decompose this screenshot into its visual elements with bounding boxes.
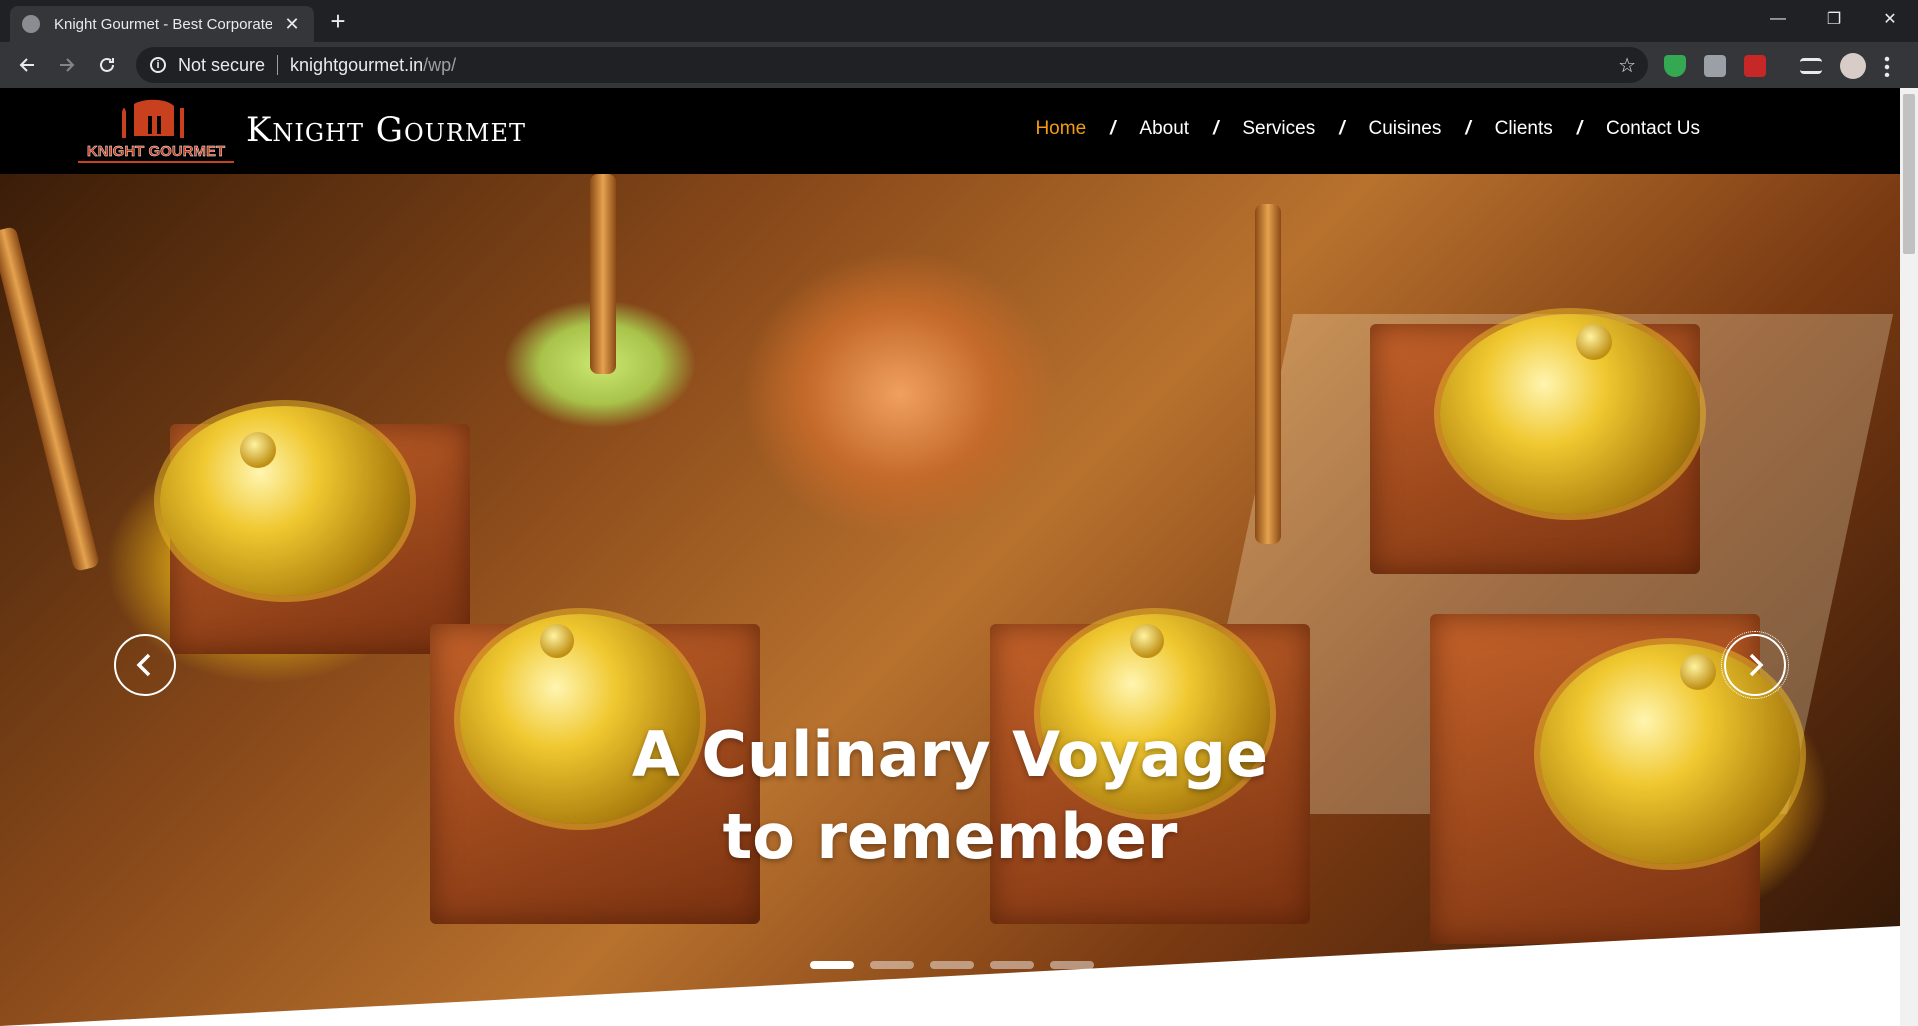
avatar[interactable] <box>1840 53 1866 79</box>
hero-image-knob <box>1130 624 1164 658</box>
browser-titlebar: Knight Gourmet - Best Corporate ✕ + — ❐ … <box>0 0 1918 42</box>
hero-image-knob <box>240 432 276 468</box>
hero-image-candlestick <box>590 174 616 374</box>
nav-separator: / <box>1213 118 1219 139</box>
hero-image-pot <box>1440 314 1700 514</box>
nav-clients[interactable]: Clients <box>1491 118 1557 140</box>
minimize-button[interactable]: — <box>1750 0 1806 38</box>
maximize-button[interactable]: ❐ <box>1806 0 1862 38</box>
page-scrollbar[interactable] <box>1900 88 1918 1026</box>
menu-kebab-icon[interactable] <box>1884 55 1890 77</box>
close-window-button[interactable]: ✕ <box>1862 0 1918 38</box>
globe-icon <box>22 15 40 33</box>
site-header: KNIGHT GOURMET Knight Gourmet Home / Abo… <box>0 88 1900 174</box>
new-tab-button[interactable]: + <box>324 8 352 36</box>
tab-close-button[interactable]: ✕ <box>282 14 302 34</box>
nav-separator: / <box>1339 118 1345 139</box>
chevron-right-icon <box>1749 653 1764 677</box>
url-host: knightgourmet.in <box>290 54 424 75</box>
svg-text:KNIGHT GOURMET: KNIGHT GOURMET <box>87 143 225 160</box>
address-bar[interactable]: i Not secure knightgourmet.in/wp/ ☆ <box>136 47 1648 83</box>
slider-dot-2[interactable] <box>870 961 914 969</box>
tab-title: Knight Gourmet - Best Corporate <box>54 15 272 33</box>
hero-slider: A Culinary Voyage to remember <box>0 174 1900 1026</box>
hero-caption-line1: A Culinary Voyage <box>631 718 1269 791</box>
hero-caption: A Culinary Voyage to remember <box>0 714 1900 878</box>
nav-contact-us[interactable]: Contact Us <box>1602 118 1704 140</box>
copy-extension-icon[interactable] <box>1704 55 1726 77</box>
info-icon[interactable]: i <box>150 57 166 73</box>
nav-home[interactable]: Home <box>1031 118 1090 140</box>
chevron-left-icon <box>136 653 151 677</box>
reload-icon <box>100 57 114 72</box>
nav-separator: / <box>1576 118 1583 139</box>
forward-button[interactable] <box>53 51 81 79</box>
scrollbar-thumb[interactable] <box>1903 94 1915 254</box>
shield-extension-icon[interactable] <box>1664 55 1686 77</box>
browser-tab[interactable]: Knight Gourmet - Best Corporate ✕ <box>10 6 314 42</box>
hero-image-pot <box>160 406 410 596</box>
hero-image-knob <box>1680 654 1716 690</box>
slider-prev-button[interactable] <box>114 634 176 696</box>
slider-next-button[interactable] <box>1721 631 1789 699</box>
slider-dot-3[interactable] <box>930 961 974 969</box>
nav-about[interactable]: About <box>1135 118 1193 140</box>
hero-image-knob <box>540 624 574 658</box>
security-label: Not secure <box>178 54 266 75</box>
hero-image-candlestick <box>0 226 100 572</box>
browser-toolbar: i Not secure knightgourmet.in/wp/ ☆ <box>0 42 1918 88</box>
main-nav: Home / About / Services / Cuisines / Cli… <box>1031 118 1704 140</box>
arrow-right-icon <box>60 58 75 72</box>
slider-dot-5[interactable] <box>1050 961 1094 969</box>
knight-helmet-logo[interactable]: KNIGHT GOURMET <box>74 98 238 166</box>
nav-separator: / <box>1465 118 1471 139</box>
chart-extension-icon[interactable] <box>1744 55 1766 77</box>
hero-image-lamp-stand <box>1255 204 1281 544</box>
hero-image-knob <box>1576 324 1612 360</box>
slider-dots <box>810 961 1094 969</box>
nav-separator: / <box>1110 118 1116 139</box>
back-button[interactable] <box>13 51 41 79</box>
arrow-left-icon <box>19 58 34 72</box>
hero-caption-line2: to remember <box>722 800 1178 873</box>
nav-services[interactable]: Services <box>1238 118 1319 140</box>
nav-cuisines[interactable]: Cuisines <box>1365 118 1446 140</box>
url-path: /wp/ <box>423 54 457 75</box>
slider-dot-1[interactable] <box>810 961 854 969</box>
reload-button[interactable] <box>93 51 121 79</box>
bookmark-star-icon[interactable]: ☆ <box>1618 53 1636 78</box>
media-control-icon[interactable] <box>1800 58 1822 74</box>
brand-name[interactable]: Knight Gourmet <box>246 110 526 150</box>
page-viewport: KNIGHT GOURMET Knight Gourmet Home / Abo… <box>0 88 1918 1026</box>
omnibox-divider <box>277 55 279 75</box>
slider-dot-4[interactable] <box>990 961 1034 969</box>
